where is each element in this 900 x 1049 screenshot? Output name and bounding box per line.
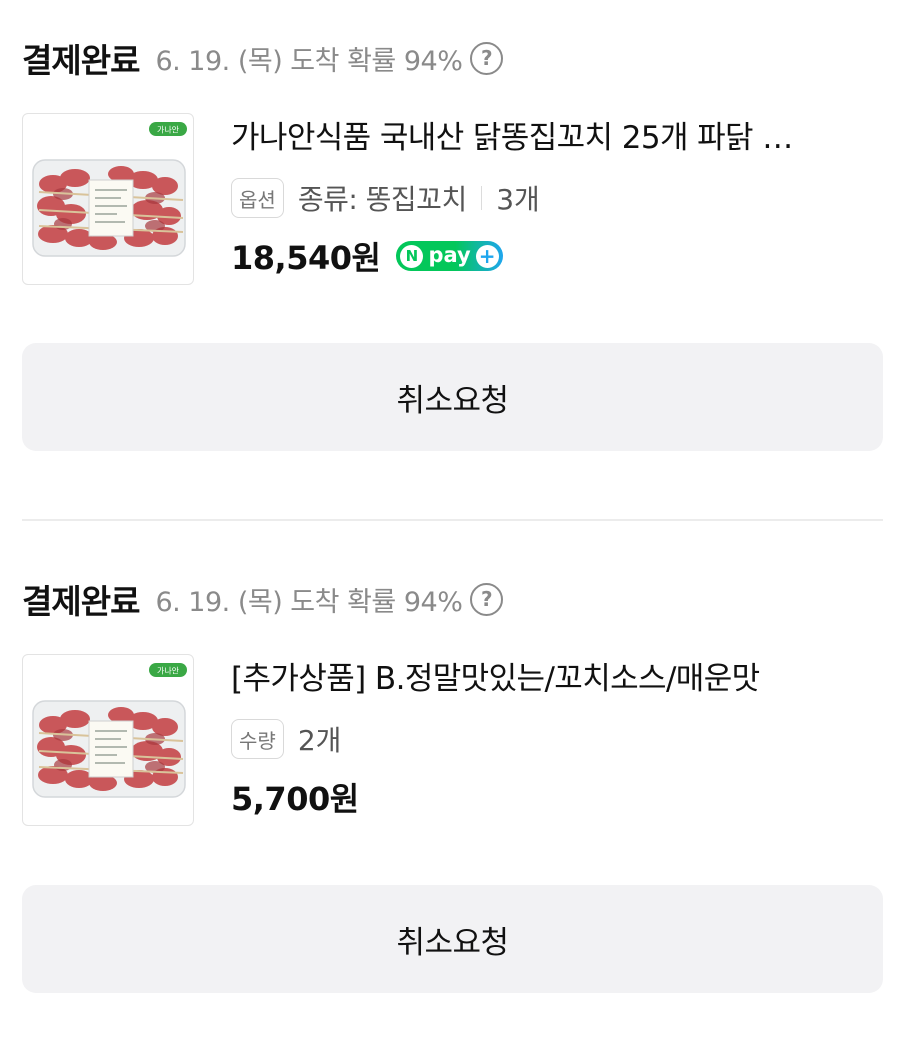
cancel-request-button[interactable]: 취소요청	[22, 885, 883, 993]
delivery-estimate: 6. 19. (목) 도착 확률 94%	[155, 45, 463, 77]
product-info: 가나안식품 국내산 닭똥집꼬치 25개 파닭 … 옵션 종류: 똥집꼬치 3개 …	[231, 117, 882, 281]
order-divider	[22, 519, 883, 521]
quantity-chip: 수량	[231, 719, 284, 759]
order-list: 결제완료 6. 19. (목) 도착 확률 94% ? 가나안 가나안식품 국내…	[0, 0, 900, 1049]
option-divider	[480, 186, 483, 210]
delivery-estimate: 6. 19. (목) 도착 확률 94%	[155, 586, 463, 618]
question-circle-icon[interactable]: ?	[470, 41, 504, 75]
npay-label: pay	[428, 242, 471, 267]
question-circle-icon[interactable]: ?	[470, 582, 504, 616]
thumb-logo: 가나안	[157, 125, 180, 135]
option-quantity: 2개	[297, 724, 342, 757]
cancel-request-button[interactable]: 취소요청	[22, 343, 883, 451]
payment-status: 결제완료	[22, 41, 140, 80]
chicken-skewer-pack-image: 가나안	[32, 663, 187, 798]
price-row: 5,700원	[231, 772, 882, 822]
chicken-skewer-pack-image: 가나안	[32, 122, 187, 257]
npay-plus-badge: N pay +	[396, 241, 503, 271]
npay-n-icon: N	[400, 244, 424, 268]
option-value: 종류: 똥집꼬치	[297, 183, 467, 216]
thumb-logo: 가나안	[157, 666, 180, 676]
option-quantity: 3개	[496, 183, 540, 216]
option-chip: 옵션	[231, 178, 284, 218]
order-status-row: 결제완료 6. 19. (목) 도착 확률 94% ?	[22, 36, 504, 80]
plus-icon: +	[475, 244, 499, 268]
product-info: [추가상품] B.정말맛있는/꼬치소스/매운맛 수량 2개 5,700원	[231, 658, 882, 822]
product-name[interactable]: [추가상품] B.정말맛있는/꼬치소스/매운맛	[231, 658, 882, 700]
product-thumbnail[interactable]: 가나안	[22, 654, 194, 826]
price-row: 18,540원 N pay +	[231, 231, 882, 281]
product-price: 18,540원	[231, 239, 381, 277]
payment-status: 결제완료	[22, 582, 140, 621]
order-status-row: 결제완료 6. 19. (목) 도착 확률 94% ?	[22, 577, 504, 621]
option-row: 옵션 종류: 똥집꼬치 3개	[231, 177, 882, 219]
product-name[interactable]: 가나안식품 국내산 닭똥집꼬치 25개 파닭 …	[231, 117, 882, 159]
option-row: 수량 2개	[231, 718, 882, 760]
product-thumbnail[interactable]: 가나안	[22, 113, 194, 285]
product-price: 5,700원	[231, 780, 359, 818]
